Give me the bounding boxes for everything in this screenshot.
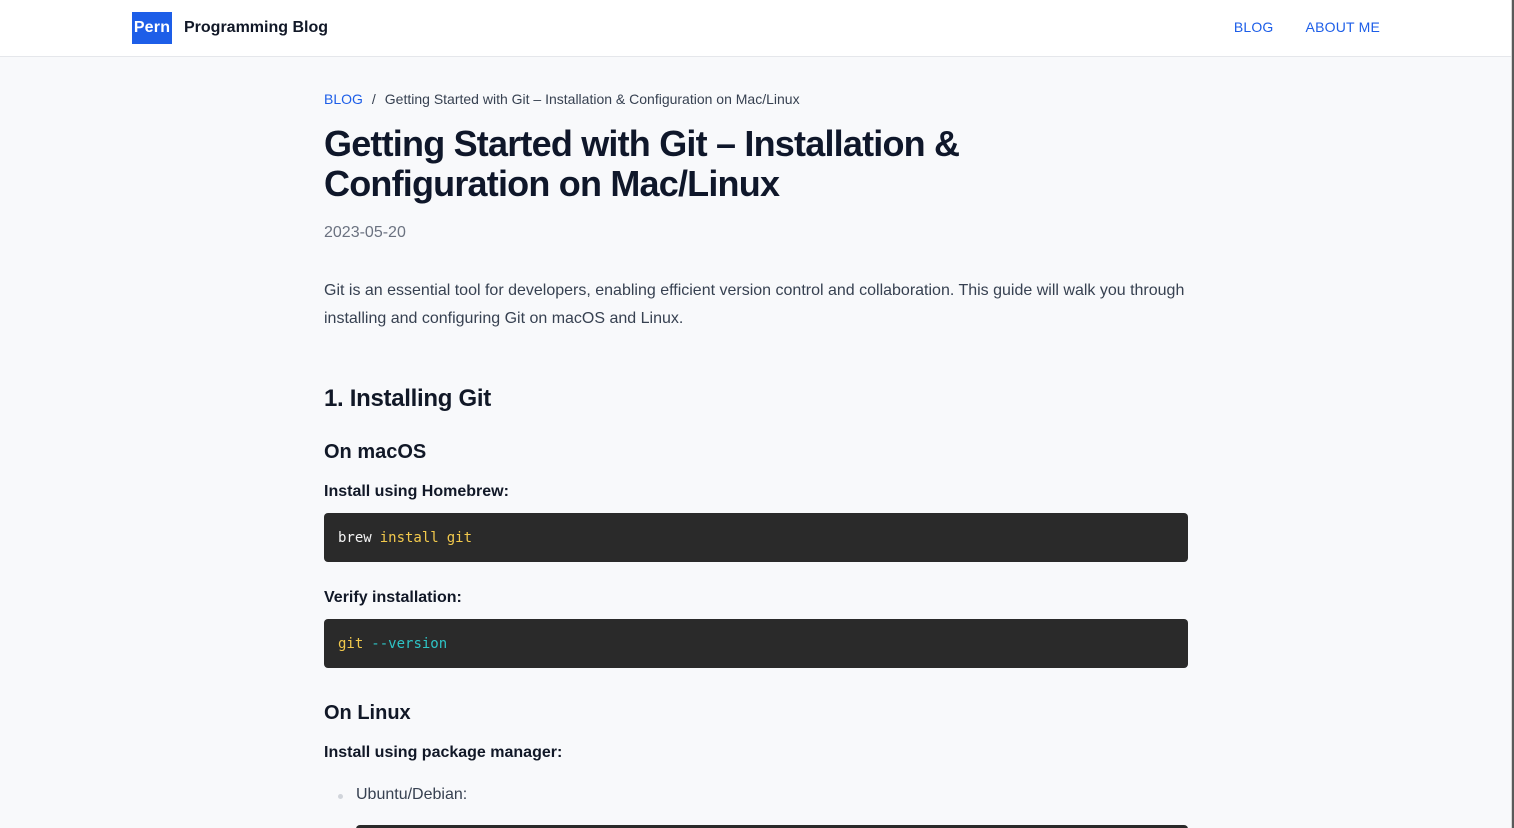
subheading-linux: On Linux (324, 702, 411, 724)
code-block-git-version[interactable]: git --version (324, 619, 1188, 668)
post-intro: Git is an essential tool for developers,… (324, 282, 1185, 327)
article: BLOG / Getting Started with Git – Instal… (324, 88, 1188, 804)
nav-blog-link[interactable]: BLOG (1234, 19, 1274, 35)
verify-installation-label: Verify installation: (324, 589, 462, 606)
logo: Pern (132, 12, 172, 44)
install-package-manager-label: Install using package manager: (324, 744, 563, 761)
linux-distro-list: Ubuntu/Debian: (324, 786, 1188, 804)
main-nav: BLOG ABOUT ME (1234, 19, 1380, 35)
post-title: Getting Started with Git – Installation … (324, 123, 960, 204)
site-title: Programming Blog (184, 19, 329, 36)
post-date: 2023-05-20 (324, 224, 406, 241)
breadcrumb-current: Getting Started with Git – Installation … (384, 91, 800, 107)
subheading-macos: On macOS (324, 441, 427, 463)
breadcrumb: BLOG / Getting Started with Git – Instal… (324, 88, 1188, 110)
breadcrumb-blog-link[interactable]: BLOG (324, 91, 363, 107)
code-token: brew (338, 529, 372, 546)
list-item: Ubuntu/Debian: (338, 786, 1188, 804)
code-token: install (379, 529, 439, 546)
code-token: --version (371, 635, 448, 652)
code-token: git (446, 529, 473, 546)
code-block-brew-install[interactable]: brew install git (324, 513, 1188, 562)
nav-about-link[interactable]: ABOUT ME (1306, 19, 1380, 35)
browser-viewport: Pern Programming Blog BLOG ABOUT ME BLOG… (0, 0, 1512, 828)
install-homebrew-label: Install using Homebrew: (324, 483, 509, 500)
breadcrumb-separator: / (371, 91, 376, 107)
code-token: git (338, 635, 364, 652)
site-header: Pern Programming Blog BLOG ABOUT ME (0, 0, 1511, 57)
section-heading-installing-git: 1. Installing Git (324, 385, 491, 412)
brand-home-link[interactable]: Pern Programming Blog (132, 12, 328, 44)
